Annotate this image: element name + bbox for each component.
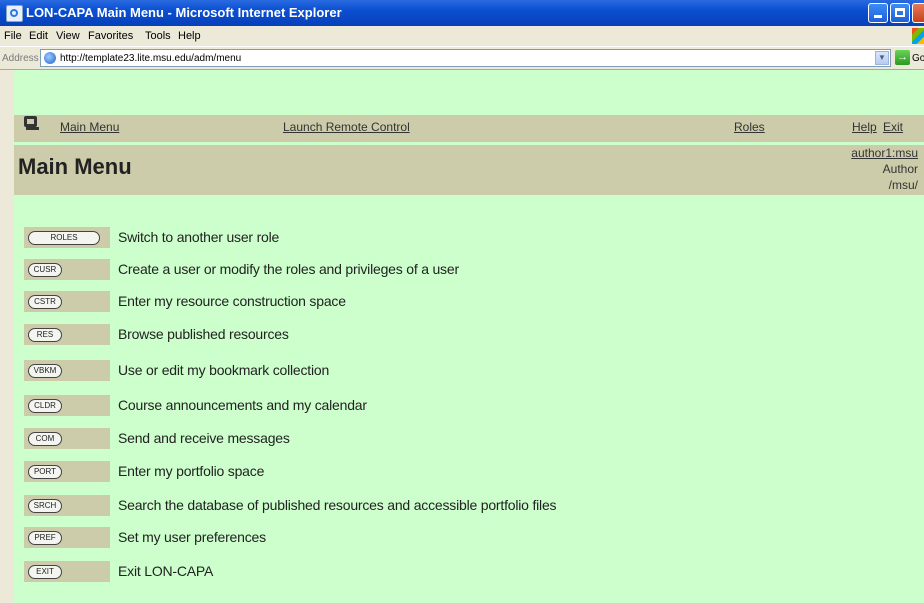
roles-button[interactable]: ROLES [28,231,100,245]
menu-row-com: COM Send and receive messages [14,428,924,450]
res-button[interactable]: RES [28,328,62,342]
menu-item-label[interactable]: Set my user preferences [118,529,266,545]
page-header: Main Menu author1:msu Author /msu/ [14,145,924,195]
cldr-button[interactable]: CLDR [28,399,62,413]
pref-button[interactable]: PREF [28,531,62,545]
exit-button[interactable]: EXIT [28,565,62,579]
maximize-button[interactable] [890,3,910,23]
go-arrow-icon[interactable]: → [895,50,910,65]
go-button-label[interactable]: Go [912,53,924,64]
address-label: Address [2,53,39,64]
window-titlebar: LON-CAPA Main Menu - Microsoft Internet … [0,0,924,26]
page-icon [44,52,56,64]
port-button[interactable]: PORT [28,465,62,479]
menu-item-label[interactable]: Create a user or modify the roles and pr… [118,261,459,277]
close-button[interactable] [912,3,924,23]
menu-item-label[interactable]: Course announcements and my calendar [118,397,367,413]
address-bar: Address http://template23.lite.msu.edu/a… [0,46,924,70]
chevron-down-icon[interactable]: ▼ [875,51,889,65]
address-input[interactable]: http://template23.lite.msu.edu/adm/menu … [40,49,891,67]
menu-row-cldr: CLDR Course announcements and my calenda… [14,395,924,417]
user-info: author1:msu Author /msu/ [851,145,918,193]
nav-help-link[interactable]: Help [852,120,877,134]
menu-file[interactable]: File [4,30,22,42]
vbkm-button[interactable]: VBKM [28,364,62,378]
menu-row-pref: PREF Set my user preferences [14,527,924,549]
page-title: Main Menu [18,154,132,179]
menu-item-label[interactable]: Enter my resource construction space [118,293,346,309]
menu-row-port: PORT Enter my portfolio space [14,461,924,483]
cstr-button[interactable]: CSTR [28,295,62,309]
menu-edit[interactable]: Edit [29,30,48,42]
menu-item-label[interactable]: Send and receive messages [118,430,290,446]
nav-bar: Main Menu Launch Remote Control Roles He… [14,115,924,142]
com-button[interactable]: COM [28,432,62,446]
windows-logo-icon [912,28,924,44]
window-title: LON-CAPA Main Menu - Microsoft Internet … [26,5,342,20]
menu-bar: File Edit View Favorites Tools Help [0,26,924,46]
menu-row-cstr: CSTR Enter my resource construction spac… [14,291,924,313]
address-url: http://template23.lite.msu.edu/adm/menu [60,53,242,64]
menu-row-vbkm: VBKM Use or edit my bookmark collection [14,360,924,382]
menu-item-label[interactable]: Switch to another user role [118,229,279,245]
minimize-button[interactable] [868,3,888,23]
menu-view[interactable]: View [56,30,80,42]
menu-item-label[interactable]: Exit LON-CAPA [118,563,213,579]
user-link[interactable]: author1:msu [851,146,918,160]
menu-item-label[interactable]: Enter my portfolio space [118,463,264,479]
menu-favorites[interactable]: Favorites [88,30,133,42]
srch-button[interactable]: SRCH [28,499,62,513]
menu-row-cusr: CUSR Create a user or modify the roles a… [14,259,924,281]
menu-row-exit: EXIT Exit LON-CAPA [14,561,924,583]
menu-row-roles: ROLES Switch to another user role [14,227,924,249]
user-role: Author [882,162,918,176]
menu-row-res: RES Browse published resources [14,324,924,346]
user-domain: /msu/ [888,178,918,192]
nav-exit-link[interactable]: Exit [883,120,903,134]
remote-control-icon[interactable] [24,116,39,130]
cusr-button[interactable]: CUSR [28,263,62,277]
menu-item-label[interactable]: Use or edit my bookmark collection [118,362,329,378]
nav-main-menu-link[interactable]: Main Menu [60,120,119,134]
menu-item-label[interactable]: Browse published resources [118,326,289,342]
nav-roles-link[interactable]: Roles [734,120,765,134]
internet-explorer-icon [6,5,23,22]
menu-help[interactable]: Help [178,30,201,42]
menu-item-label[interactable]: Search the database of published resourc… [118,497,557,513]
menu-row-srch: SRCH Search the database of published re… [14,495,924,517]
menu-tools[interactable]: Tools [145,30,171,42]
nav-launch-remote-link[interactable]: Launch Remote Control [283,120,410,134]
